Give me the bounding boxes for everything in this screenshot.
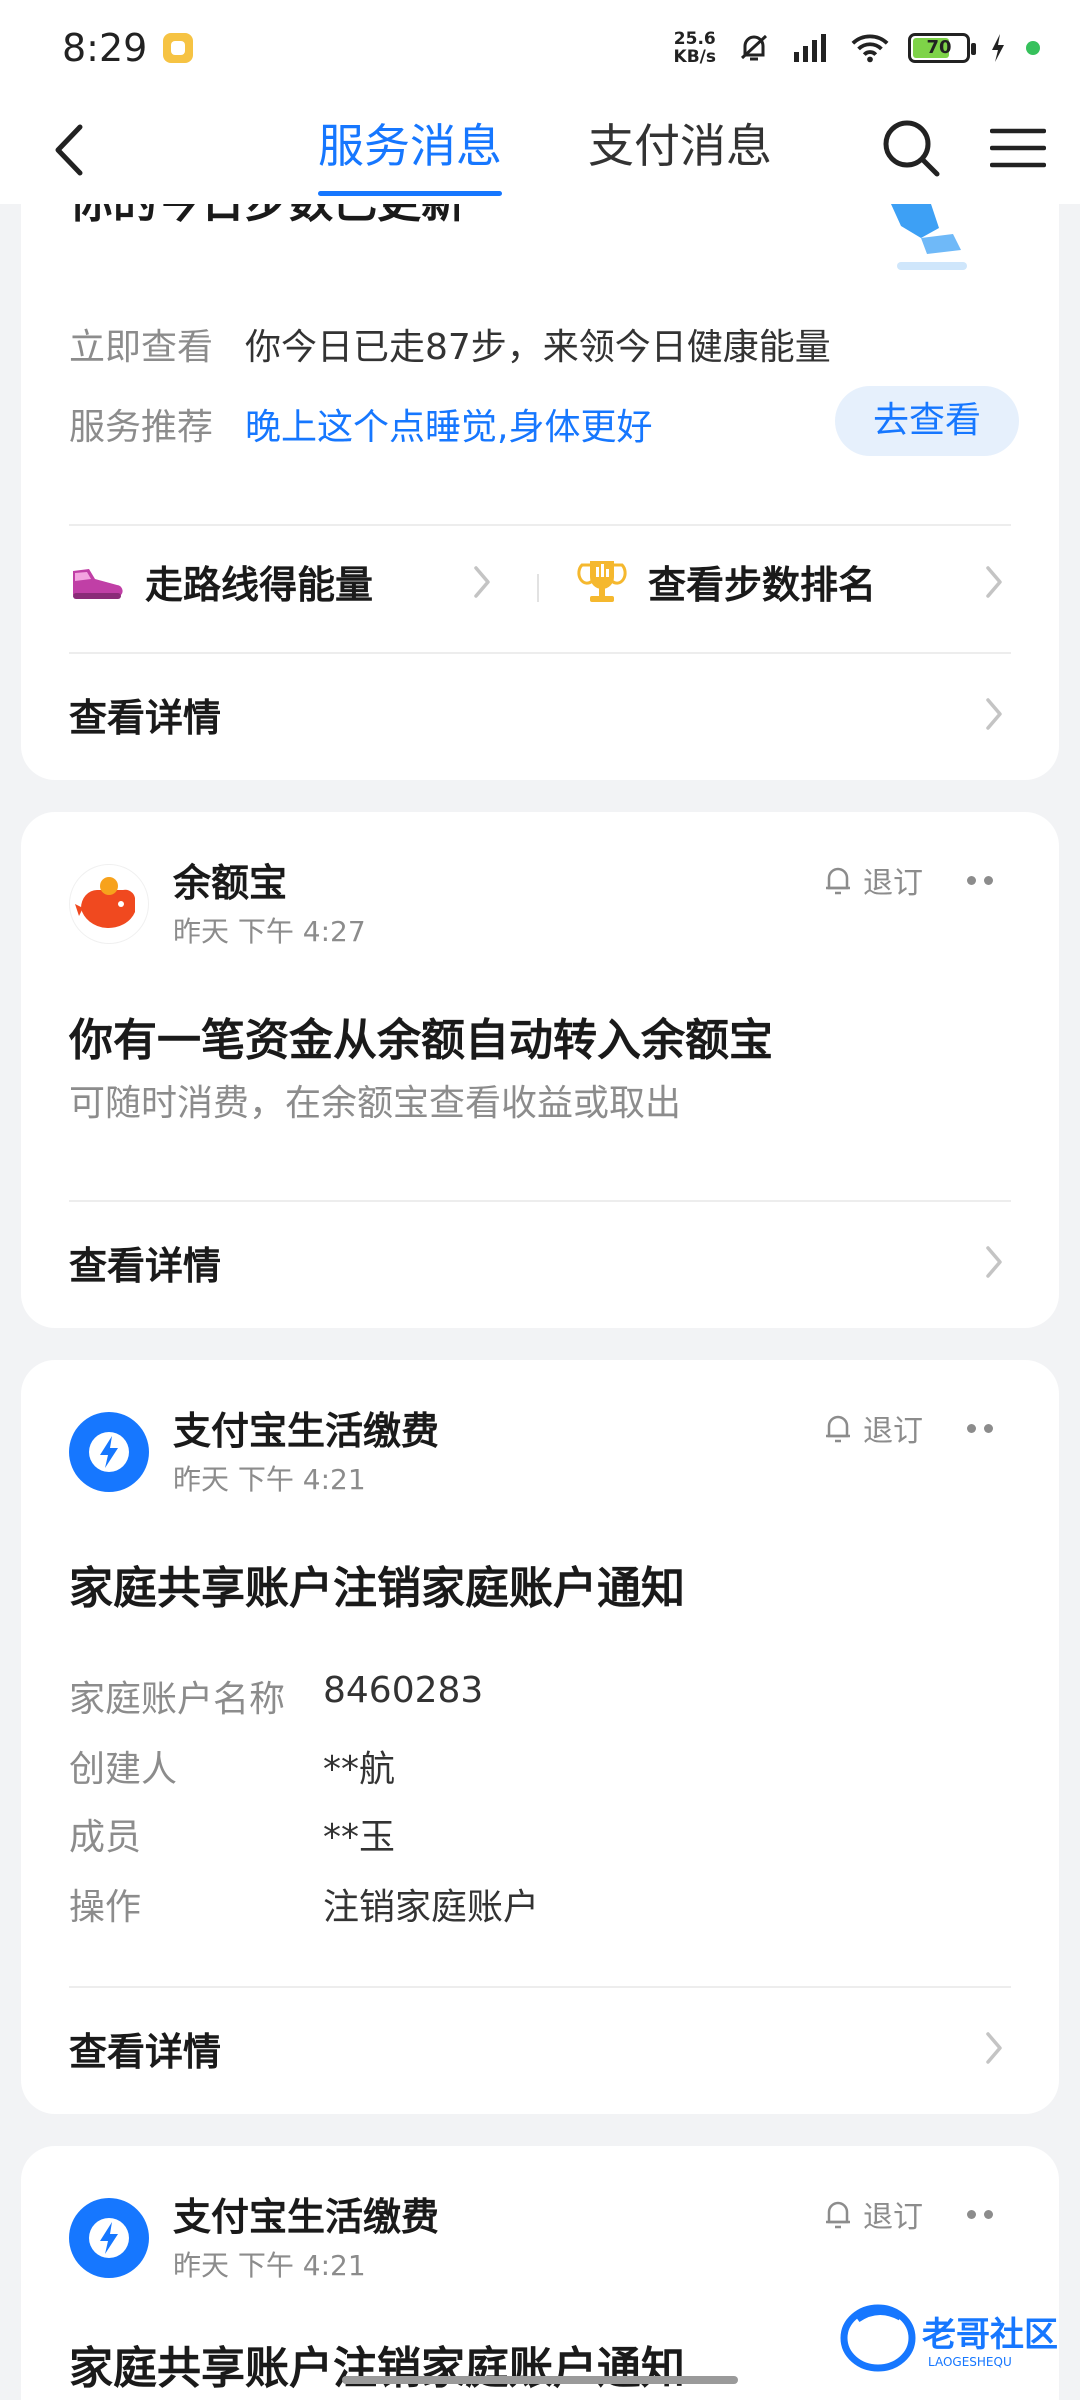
lightning-bolt-icon bbox=[69, 1412, 149, 1492]
more-options-button[interactable] bbox=[967, 2210, 993, 2219]
status-time: 8:29 bbox=[62, 26, 148, 70]
top-nav: 服务消息 支付消息 bbox=[0, 96, 1080, 204]
trophy-icon bbox=[577, 561, 627, 602]
message-title: 你的今日步数已更新 bbox=[69, 204, 465, 230]
yuebao-message-card: 余额宝 昨天 下午 4:27 退订 你有一笔资金从余额自动转入余额宝 可随时消费… bbox=[21, 812, 1059, 1328]
wifi-icon bbox=[850, 30, 890, 66]
chevron-right-icon bbox=[979, 1242, 1009, 1282]
unsubscribe-button[interactable]: 退订 bbox=[823, 1406, 923, 1450]
more-options-button[interactable] bbox=[967, 1424, 993, 1433]
menu-icon bbox=[990, 128, 1046, 168]
watermark-logo: 老哥社区 LAOGESHEQU bbox=[840, 2304, 1058, 2372]
view-details-row[interactable]: 查看详情 bbox=[69, 674, 1011, 754]
field-operation: 操作 注销家庭账户 bbox=[69, 1887, 540, 1928]
lightning-bolt-icon bbox=[69, 2198, 149, 2278]
recommend-link[interactable]: 晚上这个点睡觉,身体更好 bbox=[245, 398, 652, 450]
chevron-left-icon bbox=[55, 124, 83, 176]
chevron-right-icon bbox=[979, 694, 1009, 734]
view-details-row[interactable]: 查看详情 bbox=[69, 2008, 1011, 2088]
running-figure-icon bbox=[891, 204, 967, 270]
privacy-indicator-icon bbox=[1026, 41, 1040, 55]
app-notification-icon bbox=[163, 33, 194, 63]
status-bar: 8:29 25.6 KB/s 70 bbox=[0, 0, 1080, 96]
message-time: 昨天 下午 4:21 bbox=[173, 2249, 366, 2282]
divider bbox=[69, 652, 1011, 654]
field-family-account-name: 家庭账户名称 8460283 bbox=[69, 1670, 484, 1720]
battery-icon: 70 bbox=[908, 33, 976, 63]
tab-payment-messages[interactable]: 支付消息 bbox=[588, 96, 772, 204]
home-indicator[interactable] bbox=[342, 2376, 738, 2384]
chevron-right-icon bbox=[979, 2028, 1009, 2068]
divider bbox=[69, 1200, 1011, 1202]
unsubscribe-button[interactable]: 退订 bbox=[823, 858, 923, 902]
menu-button[interactable] bbox=[986, 108, 1050, 188]
bell-icon bbox=[826, 1415, 850, 1443]
message-tabs: 服务消息 支付消息 bbox=[318, 96, 772, 204]
svg-text:老哥社区: 老哥社区 bbox=[922, 2315, 1058, 2355]
message-title: 你有一笔资金从余额自动转入余额宝 bbox=[69, 1015, 773, 1066]
view-details-row[interactable]: 查看详情 bbox=[69, 1222, 1011, 1302]
search-button[interactable] bbox=[876, 108, 946, 188]
signal-icon bbox=[792, 30, 832, 66]
message-time: 昨天 下午 4:21 bbox=[173, 1463, 366, 1496]
net-speed: 25.6 KB/s bbox=[673, 29, 716, 67]
yuebao-logo-icon bbox=[69, 864, 149, 944]
divider bbox=[69, 1986, 1011, 1988]
message-title: 家庭共享账户注销家庭账户通知 bbox=[69, 1563, 685, 1614]
bell-icon bbox=[826, 867, 850, 895]
bell-icon bbox=[826, 2201, 850, 2229]
field-creator: 创建人 **航 bbox=[69, 1749, 396, 1790]
info-row-view-now: 立即查看 你今日已走87步，来领今日健康能量 bbox=[69, 327, 831, 368]
sneaker-icon bbox=[73, 569, 123, 599]
sender-name: 支付宝生活缴费 bbox=[173, 1409, 440, 1453]
charging-icon bbox=[988, 30, 1008, 66]
back-button[interactable] bbox=[40, 118, 100, 182]
steps-message-card: 你的今日步数已更新 立即查看 你今日已走87步，来领今日健康能量 服务推荐 晚上… bbox=[21, 204, 1059, 780]
chevron-right-icon bbox=[979, 562, 1009, 602]
status-icons: 25.6 KB/s 70 bbox=[674, 30, 1040, 66]
search-icon bbox=[883, 120, 940, 177]
go-view-button[interactable]: 去查看 bbox=[835, 386, 1019, 456]
message-time: 昨天 下午 4:27 bbox=[173, 915, 366, 948]
svg-text:LAOGESHEQU: LAOGESHEQU bbox=[928, 2355, 1012, 2369]
info-row-recommend: 服务推荐 晚上这个点睡觉,身体更好 bbox=[69, 398, 652, 450]
sender-name: 支付宝生活缴费 bbox=[173, 2195, 440, 2239]
shortcut-step-ranking[interactable]: 查看步数排名 bbox=[576, 546, 876, 616]
family-account-message-card: 支付宝生活缴费 昨天 下午 4:21 退订 家庭共享账户注销家庭账户通知 家庭账… bbox=[21, 1360, 1059, 2114]
divider bbox=[69, 524, 1011, 526]
unsubscribe-button[interactable]: 退订 bbox=[823, 2192, 923, 2236]
field-member: 成员 **玉 bbox=[69, 1817, 396, 1858]
message-subtitle: 可随时消费，在余额宝查看收益或取出 bbox=[69, 1083, 682, 1124]
chevron-right-icon bbox=[467, 562, 497, 602]
shortcut-walk-energy[interactable]: 走路线得能量 bbox=[69, 546, 373, 616]
tab-service-messages[interactable]: 服务消息 bbox=[318, 96, 502, 204]
sender-name: 余额宝 bbox=[173, 861, 288, 905]
divider bbox=[537, 574, 539, 602]
more-options-button[interactable] bbox=[967, 876, 993, 885]
message-title: 家庭共享账户注销家庭账户通知 bbox=[69, 2343, 685, 2394]
bell-muted-icon bbox=[734, 30, 774, 66]
